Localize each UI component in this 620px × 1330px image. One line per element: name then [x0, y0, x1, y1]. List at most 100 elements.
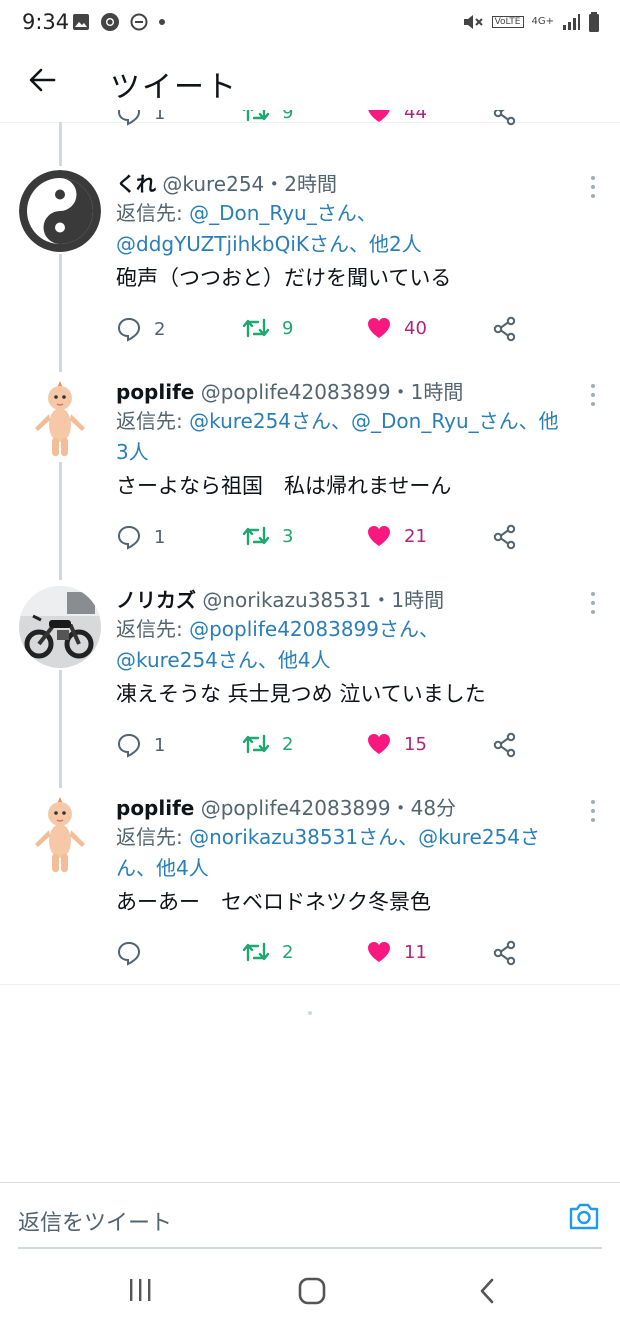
like-button[interactable]: 21: [366, 524, 427, 548]
more-icon[interactable]: [590, 592, 596, 619]
like-button[interactable]: 44: [366, 110, 427, 124]
reply-to-link[interactable]: @kure254さん、@_Don_Ryu_さん、他: [189, 409, 559, 433]
more-icon[interactable]: [590, 384, 596, 411]
like-button[interactable]: 15: [366, 732, 427, 756]
heart-icon: [368, 526, 390, 546]
tweet-actions: 2 9 40: [116, 316, 536, 346]
volte-badge: VoLTE: [491, 16, 524, 28]
tweet-text: あーあー セベロドネツク冬景色: [116, 890, 431, 914]
share-icon: [493, 940, 516, 966]
like-button[interactable]: 11: [366, 940, 427, 964]
avatar[interactable]: [19, 378, 101, 460]
reply-prefix: 返信先:: [116, 617, 190, 641]
retweet-button[interactable]: 9: [242, 110, 293, 124]
reply-to-link[interactable]: @_Don_Ryu_さん、: [189, 201, 377, 225]
user-handle[interactable]: @kure254: [162, 172, 264, 196]
heart-icon: [368, 942, 390, 962]
status-bar: 9:34 VoLTE 4G+: [0, 0, 620, 46]
page-title: ツイート: [110, 70, 238, 105]
retweet-count: 2: [282, 733, 294, 755]
reply-to: 返信先: @norikazu38531さん、@kure254さ ん、他4人: [116, 822, 596, 884]
camera-icon[interactable]: [568, 1201, 600, 1231]
share-button[interactable]: [492, 732, 518, 758]
reply-to-link[interactable]: @poplife42083899さん、: [189, 617, 439, 641]
share-button[interactable]: [492, 940, 518, 966]
heart-icon: [368, 318, 390, 338]
recents-icon[interactable]: [128, 1277, 152, 1303]
reply-button[interactable]: 2: [116, 316, 165, 342]
display-name[interactable]: ノリカズ: [116, 588, 196, 612]
like-count: 40: [404, 317, 427, 339]
reply-button[interactable]: 1: [116, 732, 165, 758]
kewpie-doll-avatar-image: [19, 378, 101, 460]
retweet-count: 3: [282, 525, 294, 547]
tweet-time: ・1時間: [371, 588, 445, 612]
reply-to-link[interactable]: 3人: [116, 440, 149, 464]
gallery-icon: [73, 14, 89, 30]
motorcycle-avatar-image: [19, 586, 101, 668]
tweet-text: さーよなら祖国 私は帰れませーん: [116, 474, 452, 498]
tweet-actions: 1 2 15: [116, 732, 536, 762]
tweet-header: poplife @poplife42083899・1時間: [116, 378, 596, 406]
reply-button[interactable]: 1: [116, 110, 165, 126]
reply-composer[interactable]: 返信をツイート: [0, 1182, 620, 1249]
display-name[interactable]: くれ: [116, 172, 156, 196]
kewpie-doll-avatar-image: [19, 794, 101, 876]
reply-button[interactable]: 1: [116, 524, 165, 550]
reply-input[interactable]: 返信をツイート: [18, 1205, 172, 1237]
more-icon[interactable]: [590, 176, 596, 203]
tweet-time: ・2時間: [264, 172, 337, 196]
back-arrow-icon[interactable]: [28, 66, 56, 94]
retweet-button[interactable]: 2: [242, 940, 293, 964]
reply-prefix: 返信先:: [116, 409, 190, 433]
retweet-button[interactable]: 2: [242, 732, 293, 756]
share-button[interactable]: [492, 524, 518, 550]
share-button[interactable]: [492, 316, 518, 342]
retweet-count: 2: [282, 941, 294, 963]
retweet-icon: [242, 942, 270, 962]
back-icon[interactable]: [478, 1277, 496, 1305]
share-icon: [493, 732, 516, 758]
reply-to-link[interactable]: @ddgYUZTjihkbQiKさん、他2人: [116, 232, 422, 256]
reply-count: 1: [154, 110, 166, 124]
user-handle[interactable]: @poplife42083899: [201, 796, 391, 820]
like-button[interactable]: 40: [366, 316, 427, 340]
retweet-button[interactable]: 3: [242, 524, 293, 548]
avatar[interactable]: [19, 586, 101, 668]
retweet-icon: [242, 734, 270, 754]
avatar[interactable]: [19, 170, 101, 252]
reply-count: 1: [154, 526, 166, 548]
like-count: 21: [404, 525, 427, 547]
reply-count: 2: [154, 318, 166, 340]
reply-to: 返信先: @kure254さん、@_Don_Ryu_さん、他 3人: [116, 406, 596, 468]
reply-to-link[interactable]: @kure254さん、他4人: [116, 648, 331, 672]
share-button[interactable]: [492, 110, 518, 126]
like-count: 44: [404, 110, 427, 123]
tweet-text: 砲声（つつおと）だけを聞いている: [116, 266, 452, 290]
more-icon[interactable]: [590, 800, 596, 827]
reply-icon: [117, 317, 141, 342]
tweet-text: 凍えそうな 兵士見つめ 泣いていました: [116, 682, 486, 706]
tweet-header: くれ @kure254・2時間: [116, 170, 596, 198]
retweet-icon: [242, 318, 270, 338]
user-handle[interactable]: @poplife42083899: [201, 380, 391, 404]
avatar[interactable]: [19, 794, 101, 876]
reply-icon: [117, 110, 141, 126]
share-icon: [493, 110, 516, 126]
dnd-icon: [130, 13, 148, 31]
network-label: 4G+: [531, 16, 555, 27]
display-name[interactable]: poplife: [116, 796, 194, 820]
yin-yang-avatar-image: [19, 170, 101, 252]
retweet-button[interactable]: 9: [242, 316, 293, 340]
user-handle[interactable]: @norikazu38531: [202, 588, 371, 612]
home-icon[interactable]: [298, 1277, 326, 1305]
reply-icon: [117, 941, 141, 966]
heart-icon: [368, 734, 390, 754]
reply-to-link[interactable]: @norikazu38531さん、@kure254さ: [189, 825, 540, 849]
display-name[interactable]: poplife: [116, 380, 194, 404]
reply-to: 返信先: @_Don_Ryu_さん、 @ddgYUZTjihkbQiKさん、他2…: [116, 198, 596, 260]
thread-line: [59, 122, 62, 166]
reply-button[interactable]: [116, 940, 154, 966]
reply-count: 1: [154, 734, 166, 756]
reply-to-link[interactable]: ん、他4人: [116, 856, 209, 880]
